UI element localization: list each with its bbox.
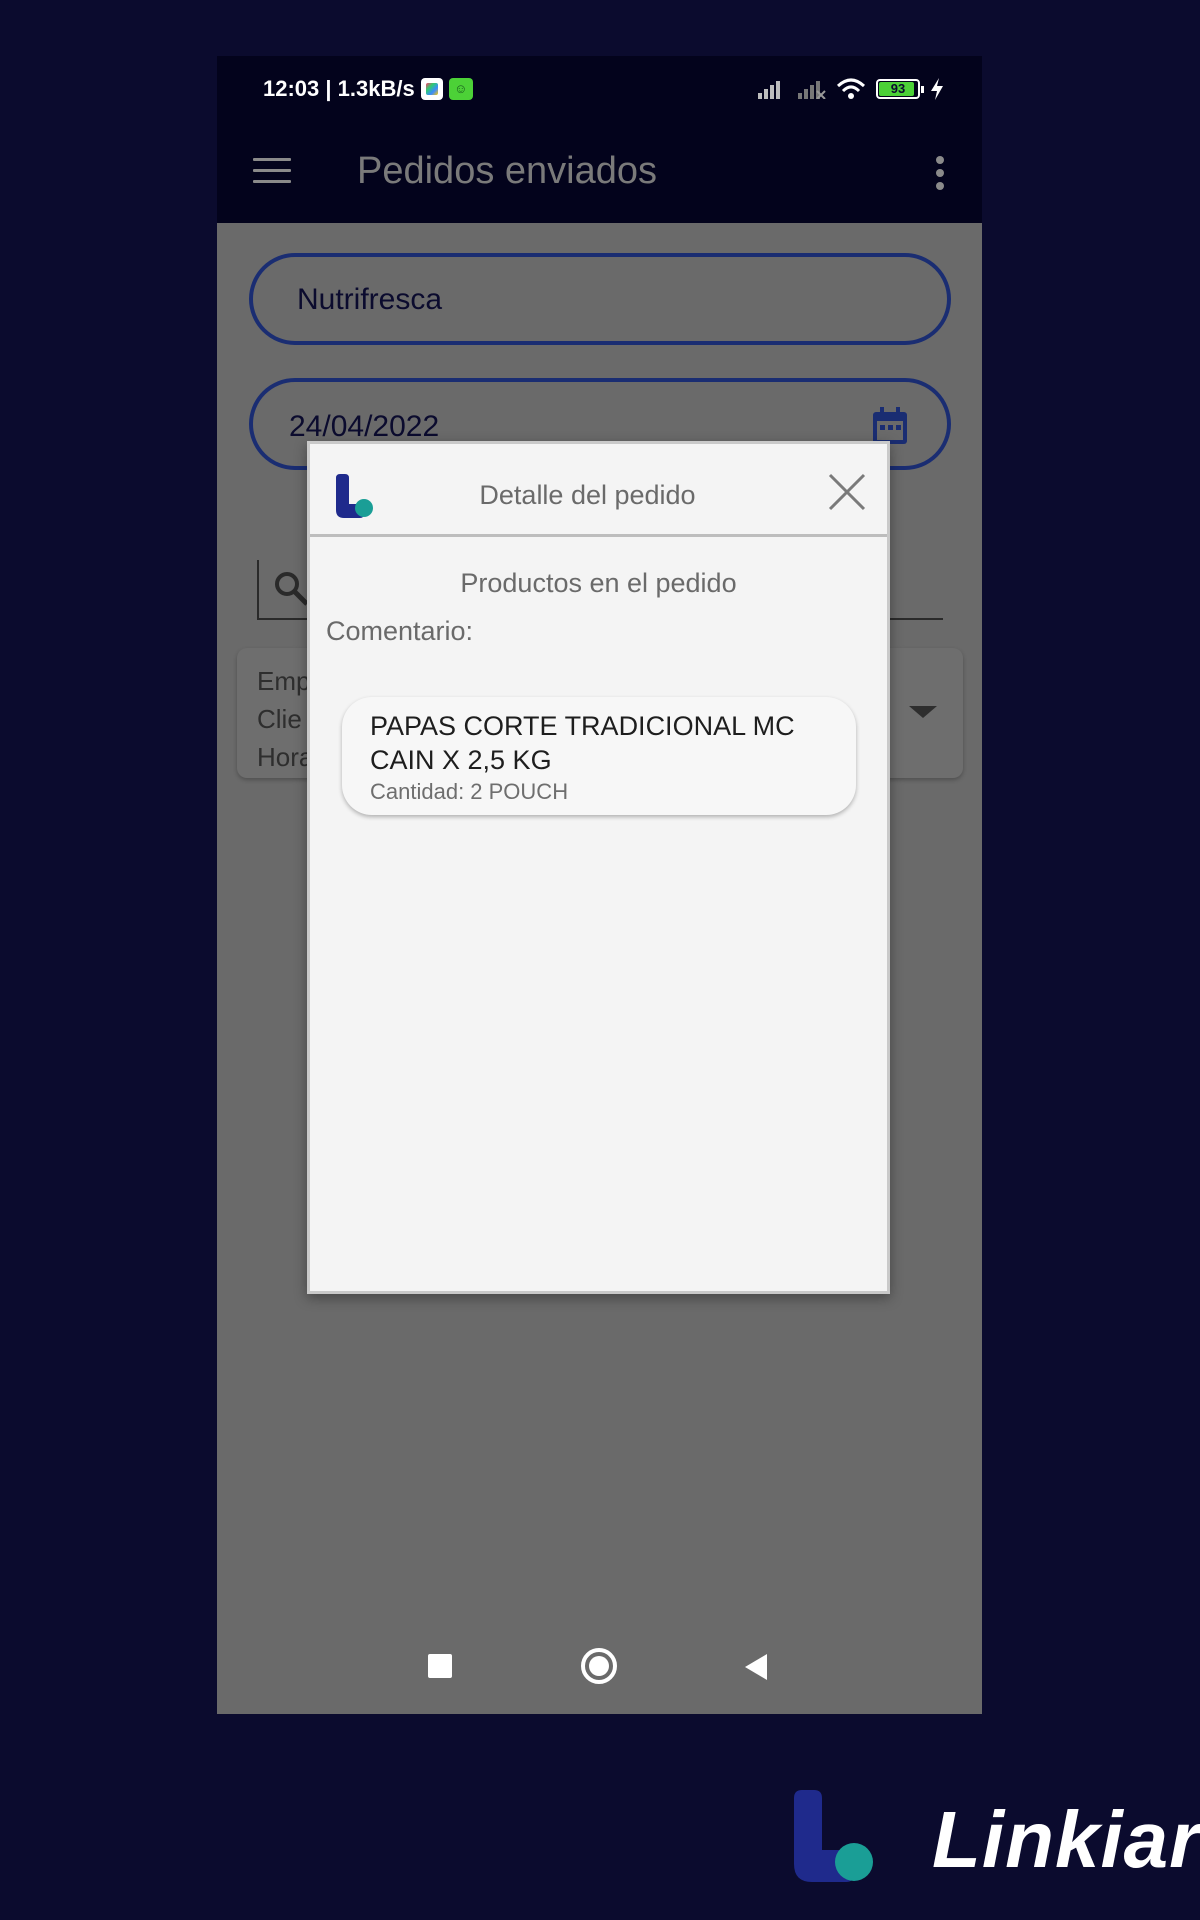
comment-label: Comentario:: [326, 616, 474, 646]
order-card-line: Emp: [257, 666, 311, 696]
dropdown-arrow-icon[interactable]: [909, 706, 937, 718]
brand-logo-icon: [794, 1790, 873, 1882]
app-bar: Pedidos enviados: [217, 126, 982, 223]
date-value: 24/04/2022: [289, 410, 440, 443]
charging-icon: [931, 78, 943, 100]
brand-name: Linkiar: [932, 1795, 1200, 1884]
status-bar: 12:03 | 1.3kB/s ☺ 93: [217, 56, 982, 126]
product-quantity: Cantidad: 2 POUCH: [370, 779, 569, 804]
dialog-title: Detalle del pedido: [479, 480, 696, 510]
wifi-icon: [836, 78, 866, 99]
more-vert-icon[interactable]: [936, 156, 946, 192]
search-icon: [275, 572, 309, 606]
order-detail-dialog: Detalle del pedido Productos en el pedid…: [307, 441, 890, 1294]
recents-icon[interactable]: [428, 1654, 452, 1678]
close-icon[interactable]: [827, 472, 867, 512]
dialog-subtitle: Productos en el pedido: [460, 568, 737, 598]
order-card-lines: Emp Clie Hora: [257, 662, 313, 776]
signal-off-icon: [798, 81, 826, 99]
battery-indicator: 93: [876, 79, 924, 99]
system-nav-bar: [217, 1622, 982, 1714]
calendar-icon[interactable]: [871, 406, 909, 446]
photos-app-icon: [420, 78, 443, 100]
status-right: 93: [756, 78, 944, 100]
android-app-icon: ☺: [448, 78, 473, 100]
page-title: Pedidos enviados: [357, 150, 657, 192]
signal-icon: [758, 81, 780, 99]
home-icon[interactable]: [581, 1648, 617, 1684]
order-card-line: Hora: [257, 742, 314, 772]
status-time: 12:03 | 1.3kB/s: [263, 76, 415, 101]
brand-watermark: Linkiar: [790, 1790, 1200, 1890]
menu-icon[interactable]: [253, 158, 291, 188]
product-name: PAPAS CORTE TRADICIONAL MC CAIN X 2,5 KG: [370, 711, 795, 775]
company-field[interactable]: Nutrifresca: [249, 253, 951, 345]
dialog-header: Detalle del pedido: [310, 444, 887, 537]
status-left: 12:03 | 1.3kB/s ☺: [263, 76, 473, 102]
product-card[interactable]: PAPAS CORTE TRADICIONAL MC CAIN X 2,5 KG…: [342, 697, 856, 815]
company-value: Nutrifresca: [297, 283, 443, 316]
order-card-line: Clie: [257, 704, 302, 734]
battery-level: 93: [890, 81, 906, 96]
back-icon[interactable]: [745, 1654, 767, 1680]
